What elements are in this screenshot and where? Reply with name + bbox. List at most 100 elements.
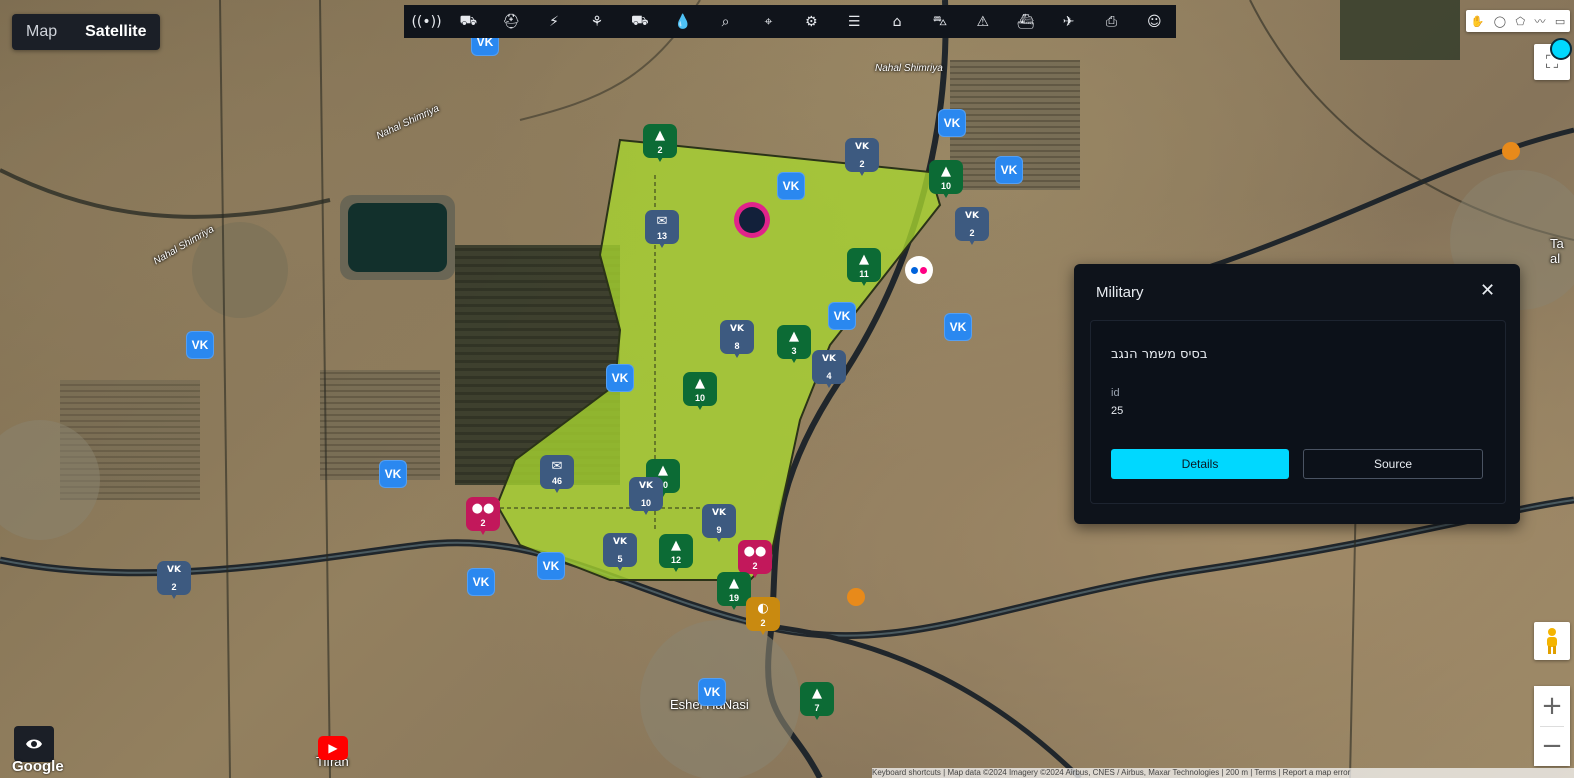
rectangle-icon[interactable]: ▭ (1555, 15, 1565, 28)
military-cluster-marker[interactable]: ▲ 7 (800, 682, 834, 722)
hand-icon[interactable]: ✋ (1471, 15, 1485, 28)
newspaper-icon[interactable]: ☰ (840, 14, 868, 30)
military-cluster-marker[interactable]: ▲ 12 (659, 534, 693, 574)
military-cluster-marker[interactable]: ▲ 10 (929, 160, 963, 200)
gear-icon[interactable]: ⚙ (797, 14, 825, 30)
military-cluster-marker[interactable]: ▲ 3 (777, 325, 811, 365)
robot-icon[interactable]: ☺ (1140, 14, 1168, 30)
zoom-out-button[interactable]: − (1534, 726, 1570, 766)
vk-cluster-marker[interactable]: VK 2 (955, 207, 989, 247)
military-icon: ▲ (658, 463, 668, 478)
antenna-icon[interactable]: ((•)) (411, 14, 441, 30)
marker-count: 13 (656, 231, 667, 241)
vk-marker[interactable]: VK (537, 552, 565, 580)
car-icon[interactable]: ⛍ (926, 13, 954, 31)
military-icon: ▲ (729, 576, 739, 591)
map-button[interactable]: Map (12, 14, 71, 50)
circle-icon[interactable]: ◯ (1494, 15, 1506, 28)
drawing-tools: ✋ ◯ ⬠ 〰 ▭ (1466, 10, 1570, 32)
vk-cluster-marker[interactable]: VK 4 (812, 350, 846, 390)
id-value: 25 (1111, 405, 1124, 417)
home-icon[interactable]: ⌂ (883, 14, 911, 30)
street-view-pegman[interactable] (1534, 622, 1570, 660)
ambulance-icon[interactable]: ⛟ (454, 13, 482, 31)
truck-icon[interactable]: ⛟ (626, 13, 654, 31)
military-cluster-marker[interactable]: ▲ 10 (683, 372, 717, 412)
other-cluster-marker[interactable]: ◐ 2 (746, 597, 780, 637)
polygon-icon[interactable]: ⬠ (1515, 15, 1525, 28)
military-cluster-marker[interactable]: ▲ 2 (643, 124, 677, 164)
details-button[interactable]: Details (1111, 449, 1289, 479)
layer-toggle[interactable] (1550, 38, 1572, 60)
youtube-marker[interactable]: ▶ (318, 736, 348, 760)
id-label: id (1111, 387, 1120, 399)
ship-icon[interactable]: ⛴ (1012, 14, 1040, 30)
map-pin-icon[interactable]: ⌖ (754, 14, 782, 30)
vk-marker[interactable]: VK (828, 302, 856, 330)
vk-cluster-marker[interactable]: VK 5 (603, 533, 637, 573)
vk-marker[interactable]: VK (777, 172, 805, 200)
flickr-marker[interactable] (905, 256, 933, 284)
vk-cluster-marker[interactable]: VK 8 (720, 320, 754, 360)
source-button[interactable]: Source (1303, 449, 1483, 479)
marker-count: 10 (940, 181, 951, 191)
airplane-icon[interactable]: ✈ (1055, 14, 1083, 30)
vk-cluster-marker[interactable]: VK 2 (157, 561, 191, 601)
flickr-icon: ●● (471, 501, 495, 516)
vk-cluster-marker[interactable]: VK 10 (629, 477, 663, 517)
warning-icon[interactable]: ⚠ (969, 14, 997, 30)
vk-marker[interactable]: VK (467, 568, 495, 596)
marker-count: 4 (826, 371, 832, 381)
source-target-marker[interactable] (734, 202, 770, 238)
target-icon (739, 207, 765, 233)
lightning-icon[interactable]: ⚡ (540, 14, 568, 30)
military-cluster-marker[interactable]: ▲ 11 (847, 248, 881, 288)
marker-count: 2 (760, 618, 766, 628)
polyline-icon[interactable]: 〰 (1534, 13, 1545, 29)
vk-icon: VK (822, 354, 836, 364)
orange-dot-marker[interactable] (847, 588, 865, 606)
marker-count: 3 (791, 346, 797, 356)
vk-marker[interactable]: VK (944, 313, 972, 341)
vk-marker[interactable]: VK (606, 364, 634, 392)
water-drop-icon[interactable]: 💧 (669, 14, 697, 30)
bus-icon[interactable]: ⎙ (1097, 14, 1125, 30)
place-label: Ta al (1550, 236, 1564, 266)
visibility-button[interactable] (14, 726, 54, 762)
close-icon[interactable]: ✕ (1480, 280, 1495, 301)
vk-icon: VK (965, 211, 979, 221)
flickr-cluster-marker[interactable]: ●● 2 (466, 497, 500, 537)
marker-count: 5 (617, 554, 623, 564)
twitter-cluster-marker[interactable]: ✉ 13 (645, 210, 679, 250)
hiker-icon[interactable]: ⛑ (497, 14, 525, 30)
marker-count: 2 (657, 145, 663, 155)
map-attribution[interactable]: Keyboard shortcuts | Map data ©2024 Imag… (872, 768, 1574, 778)
marker-count: 7 (814, 703, 820, 713)
military-icon: ▲ (789, 329, 799, 344)
vk-marker[interactable]: VK (938, 109, 966, 137)
vk-marker[interactable]: VK (995, 156, 1023, 184)
place-label: Nahal Shimriya (875, 63, 943, 74)
vk-cluster-marker[interactable]: VK 9 (702, 504, 736, 544)
vk-icon: VK (730, 324, 744, 334)
twitter-cluster-marker[interactable]: ✉ 46 (540, 455, 574, 495)
vk-cluster-marker[interactable]: VK 2 (845, 138, 879, 178)
layer-toolbar: ((•)) ⛟ ⛑ ⚡ ⚘ ⛟ 💧 ⌕ ⌖ ⚙ ☰ ⌂ ⛍ ⚠ ⛴ ✈ ⎙ ☺ (404, 5, 1176, 38)
orange-dot-marker[interactable] (1502, 142, 1520, 160)
military-icon: ▲ (812, 686, 822, 701)
marker-count: 2 (859, 159, 865, 169)
network-icon[interactable]: ⚘ (583, 14, 611, 30)
satellite-button[interactable]: Satellite (71, 14, 160, 50)
info-card: בסיס משמר הנגב id 25 Details Source (1090, 320, 1506, 504)
zoom-in-button[interactable]: + (1534, 686, 1570, 726)
marker-count: 10 (640, 498, 651, 508)
vk-marker[interactable]: VK (698, 678, 726, 706)
vk-marker[interactable]: VK (186, 331, 214, 359)
twitter-icon: ✉ (551, 459, 563, 474)
play-icon: ▶ (328, 741, 338, 755)
flickr-icon: ●● (743, 544, 767, 559)
vk-marker[interactable]: VK (379, 460, 407, 488)
marker-count: 10 (694, 393, 705, 403)
search-location-icon[interactable]: ⌕ (712, 14, 740, 30)
marker-count: 2 (480, 518, 486, 528)
